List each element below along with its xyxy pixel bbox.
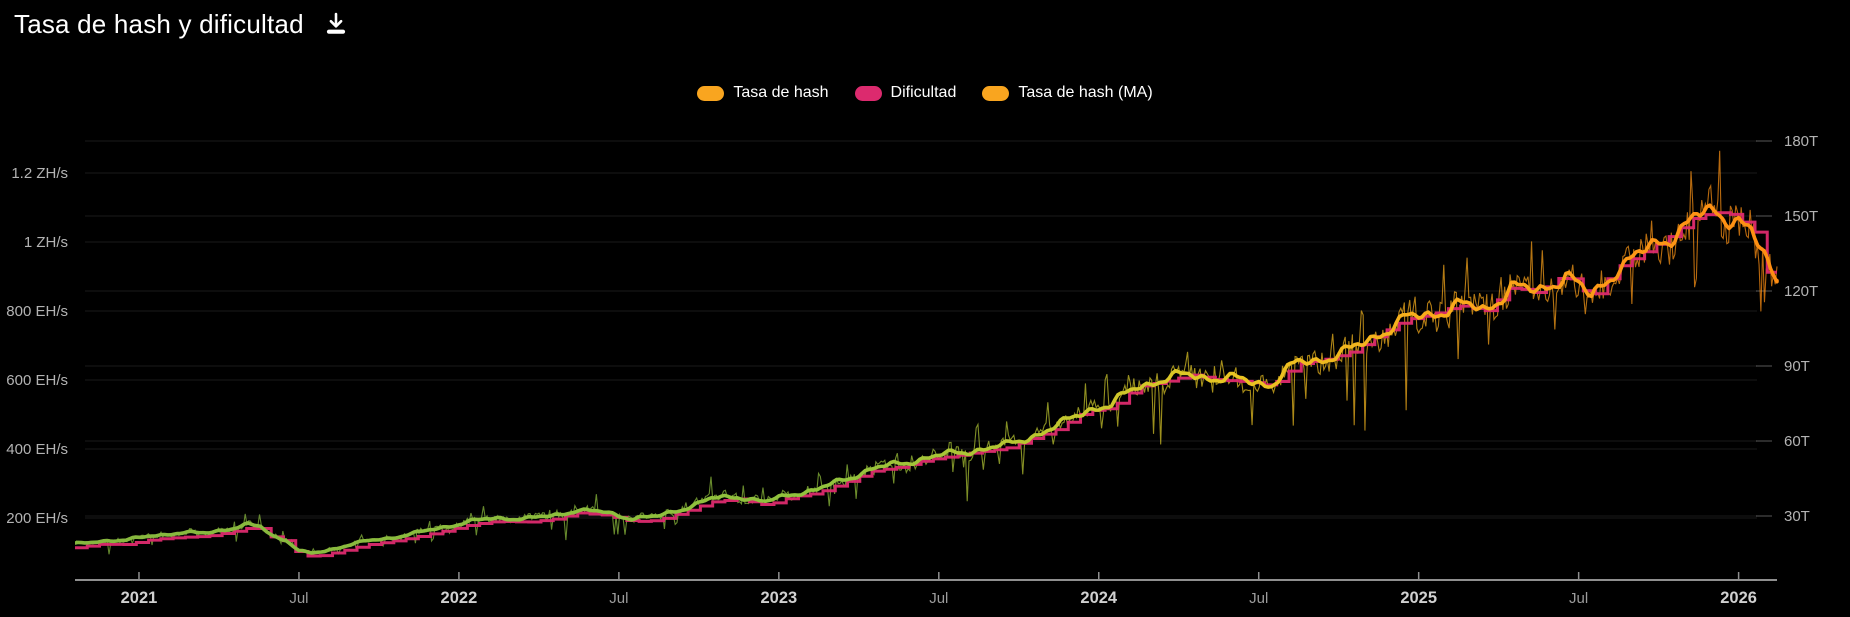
legend-swatch-difficulty: [854, 85, 882, 101]
x-axis-label: Jul: [1569, 590, 1588, 607]
legend-swatch-hashrate-ma: [982, 85, 1010, 101]
x-axis-label: Jul: [929, 590, 948, 607]
x-axis-label: 2021: [121, 589, 158, 607]
x-axis-labels: 2021 Jul 2022 Jul 2023 Jul 2024 Jul 2025 Jul 2026: [121, 589, 1757, 607]
legend-label-difficulty: Dificultad: [890, 84, 957, 101]
hashrate-raw-line: [75, 150, 1778, 556]
legend-item-difficulty[interactable]: Dificultad: [854, 84, 957, 102]
y-axis-left-label: 400 EH/s: [6, 441, 68, 458]
y-axis-left-labels: 1.2 ZH/s 1 ZH/s 800 EH/s 600 EH/s 400 EH/s 20…: [6, 165, 68, 527]
hashrate-ma-line: [75, 203, 1779, 555]
x-axis-label: Jul: [609, 590, 628, 607]
y-axis-right-label: 90T: [1784, 358, 1810, 375]
x-axis: [75, 572, 1777, 581]
legend-item-hashrate[interactable]: Tasa de hash: [697, 84, 829, 102]
legend-item-hashrate-ma[interactable]: Tasa de hash (MA): [982, 84, 1153, 102]
x-axis-label: 2024: [1080, 589, 1118, 607]
y-axis-right-label: 60T: [1784, 433, 1810, 450]
x-axis-label: 2026: [1720, 589, 1757, 607]
y-axis-left-label: 600 EH/s: [6, 372, 68, 389]
y-axis-right-labels: 180T 150T 120T 90T 60T 30T: [1784, 133, 1818, 525]
chart-header: Tasa de hash y dificultad: [14, 8, 352, 40]
difficulty-line: [75, 211, 1777, 558]
y-axis-right-label: 120T: [1784, 283, 1818, 300]
x-axis-label: 2023: [760, 589, 797, 607]
legend-label-hashrate-ma: Tasa de hash (MA): [1018, 84, 1153, 101]
y-axis-right-label: 150T: [1784, 208, 1818, 225]
x-axis-label: Jul: [289, 590, 308, 607]
x-axis-label: 2025: [1400, 589, 1437, 607]
download-button[interactable]: [320, 8, 352, 40]
legend-label-hashrate: Tasa de hash: [733, 84, 829, 101]
y-axis-right-label: 30T: [1784, 508, 1810, 525]
y-axis-right-ticks: [1756, 140, 1772, 517]
legend: Tasa de hash Dificultad Tasa de hash (MA…: [0, 84, 1850, 102]
legend-swatch-hashrate: [697, 85, 725, 101]
y-axis-left-label: 1.2 ZH/s: [11, 165, 68, 182]
y-axis-left-label: 800 EH/s: [6, 303, 68, 320]
page-title: Tasa de hash y dificultad: [14, 8, 304, 39]
page: { "header": { "title": "Tasa de hash y d…: [0, 0, 1850, 617]
y-axis-right-label: 180T: [1784, 133, 1818, 150]
download-icon: [326, 12, 345, 34]
y-axis-left-label: 1 ZH/s: [24, 234, 68, 251]
x-axis-label: Jul: [1249, 590, 1268, 607]
y-axis-left-label: 200 EH/s: [6, 510, 68, 527]
x-axis-label: 2022: [441, 589, 478, 607]
